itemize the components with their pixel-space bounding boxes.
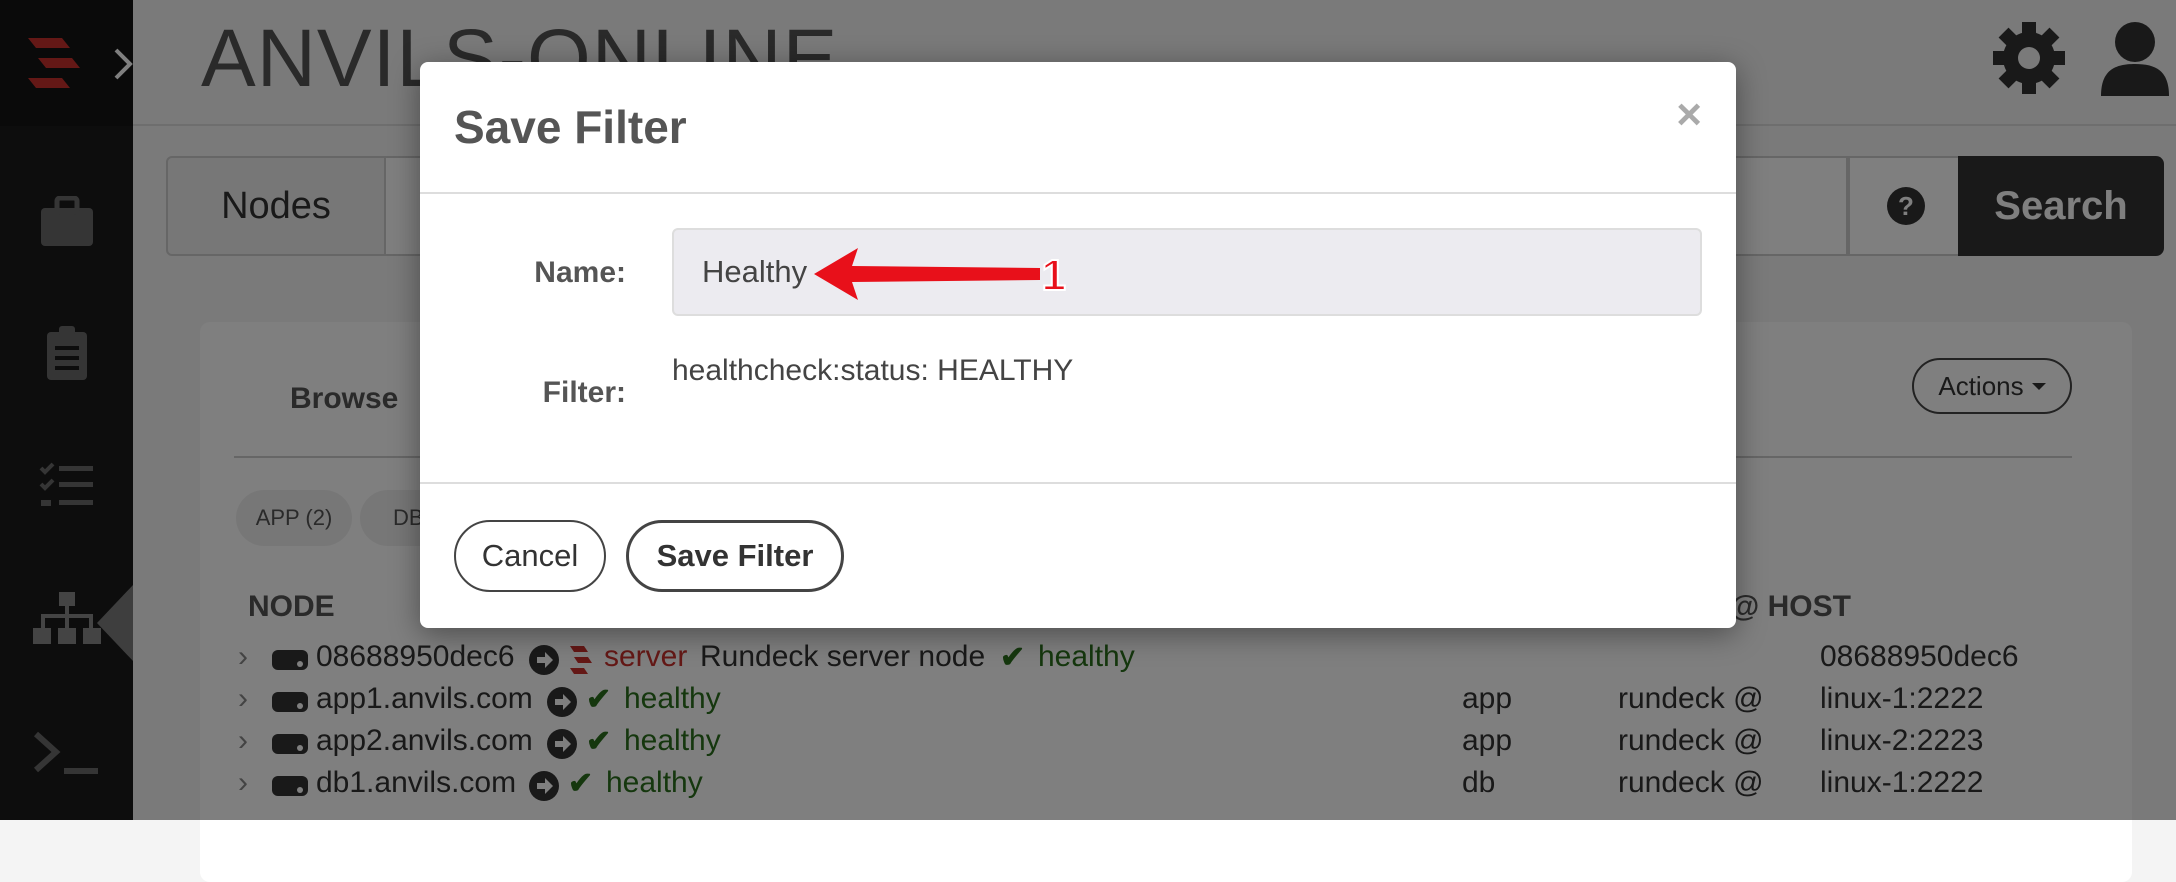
save-filter-button[interactable]: Save Filter	[626, 520, 844, 592]
annotation-number: 1	[1042, 251, 1066, 300]
divider	[420, 482, 1736, 484]
name-label: Name:	[534, 256, 626, 289]
annotation-arrow-icon: 1	[814, 248, 1067, 301]
cancel-button[interactable]: Cancel	[454, 520, 606, 592]
divider	[420, 192, 1736, 194]
filter-value: healthcheck:status: HEALTHY	[672, 354, 1074, 387]
filter-label: Filter:	[542, 376, 626, 409]
modal-title: Save Filter	[454, 101, 687, 153]
save-filter-modal: Save Filter × Name: Filter: healthcheck:…	[420, 62, 1736, 628]
close-icon[interactable]: ×	[1676, 90, 1702, 140]
